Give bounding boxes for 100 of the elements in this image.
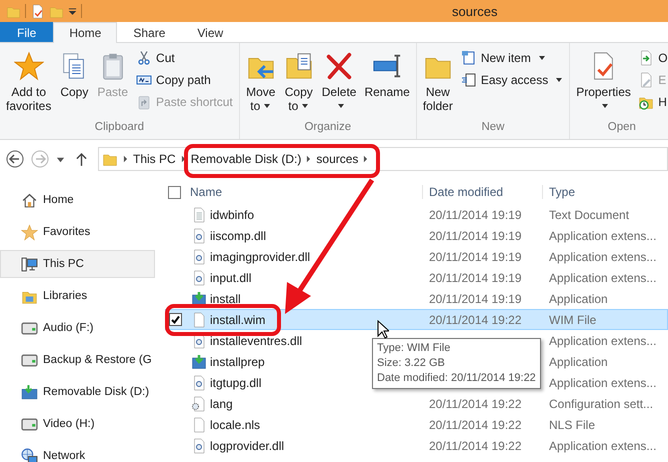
window-title: sources — [452, 4, 498, 18]
blank-file-icon — [191, 312, 207, 328]
file-name[interactable]: iiscomp.dll — [210, 228, 266, 242]
type-cell: Text Document — [549, 208, 630, 222]
date-cell: 20/11/2014 19:22 — [429, 312, 522, 326]
caret-icon[interactable] — [68, 6, 77, 16]
chevron-icon[interactable] — [363, 155, 368, 163]
gear-file-icon — [191, 248, 207, 264]
column-header[interactable]: Date modified — [422, 185, 542, 199]
application-icon — [191, 354, 207, 370]
file-name[interactable]: installprep — [210, 354, 265, 368]
ribbon-button[interactable]: Rename — [362, 49, 412, 121]
ribbon-button[interactable]: H — [636, 93, 668, 111]
ribbon-tab[interactable]: Share — [117, 22, 182, 42]
file-name[interactable]: logprovider.dll — [210, 438, 284, 452]
file-name[interactable]: idwbinfo — [210, 208, 254, 222]
breadcrumb-item[interactable]: sources — [316, 152, 358, 166]
ribbon-button[interactable]: O — [636, 49, 668, 67]
nav-item[interactable]: This PC — [0, 250, 155, 278]
nav-item[interactable]: Libraries — [0, 282, 155, 310]
ribbon-button[interactable]: New item — [458, 49, 566, 67]
date-cell: 20/11/2014 19:22 — [429, 438, 522, 452]
ribbon-button[interactable]: Copy path — [134, 71, 235, 89]
pencil-page-icon — [638, 72, 654, 88]
breadcrumb-item[interactable]: This PC — [133, 152, 176, 166]
ribbon-button[interactable]: Move to — [244, 49, 278, 121]
nav-item[interactable]: Removable Disk (D:) — [0, 378, 155, 406]
group-label: Organize — [303, 121, 352, 135]
file-name[interactable]: install.wim — [210, 312, 266, 326]
ribbon-button[interactable]: Copy to — [282, 49, 316, 121]
date-cell: 20/11/2014 19:19 — [429, 250, 522, 264]
removable-drive-icon — [21, 384, 38, 400]
file-name[interactable]: installeventres.dll — [210, 334, 302, 348]
nav-label: Removable Disk (D:) — [43, 386, 150, 398]
date-cell: 20/11/2014 19:19 — [429, 208, 522, 222]
column-header[interactable]: Type — [542, 185, 576, 199]
type-cell: WIM File — [549, 312, 596, 326]
type-cell: Application extens... — [549, 334, 656, 348]
ribbon-button[interactable]: New folder — [420, 49, 455, 121]
column-header[interactable]: Name — [190, 185, 422, 199]
star-icon — [14, 51, 44, 81]
nav-item[interactable]: Audio (F:) — [0, 314, 155, 342]
select-all-checkbox[interactable] — [168, 186, 181, 198]
type-cell: Application extens... — [549, 228, 656, 242]
up-arrow-icon[interactable] — [76, 152, 87, 166]
ribbon-button[interactable]: Delete — [320, 49, 358, 121]
tooltip-line: Size: 3.22 GB — [377, 356, 446, 371]
ribbon-button[interactable]: Cut — [134, 49, 235, 67]
drive-icon — [21, 320, 38, 336]
date-cell: 20/11/2014 19:22 — [429, 396, 522, 410]
breadcrumb-item[interactable]: Removable Disk (D:) — [190, 152, 302, 166]
nav-item[interactable]: Favorites — [0, 218, 155, 246]
file-name[interactable]: lang — [210, 396, 233, 410]
nav-label: Video (H:) — [43, 418, 95, 430]
group-label: Open — [606, 121, 637, 135]
ribbon-button[interactable]: Add to favorites — [4, 49, 54, 121]
nav-label: Libraries — [43, 290, 88, 302]
checkbox-checked-icon[interactable] — [169, 313, 182, 326]
caret-icon[interactable] — [56, 154, 65, 164]
ribbon-tab[interactable]: File — [0, 22, 54, 42]
star-icon — [21, 224, 38, 240]
nav-label: Audio (F:) — [43, 322, 94, 334]
chevron-icon[interactable] — [180, 155, 186, 163]
file-name[interactable]: imagingprovider.dll — [210, 250, 310, 264]
type-cell: Application extens... — [549, 270, 656, 284]
type-cell: NLS File — [549, 418, 596, 432]
folder-page-icon — [284, 51, 314, 81]
nav-item[interactable]: Network — [0, 442, 155, 462]
file-name[interactable]: itgtupg.dll — [210, 376, 262, 390]
file-row[interactable]: install.wim 20/11/2014 19:22 WIM File — [165, 309, 668, 330]
ribbon-tab[interactable]: Home — [53, 22, 118, 43]
nav-item[interactable]: Backup & Restore (G — [0, 346, 155, 374]
back-icon[interactable] — [6, 150, 24, 168]
file-name[interactable]: install — [210, 292, 241, 306]
nav-label: This PC — [43, 258, 84, 270]
nav-item[interactable]: Video (H:) — [0, 410, 155, 438]
ribbon-button[interactable]: Copy — [57, 49, 92, 121]
text-file-icon — [191, 206, 207, 222]
date-cell: 20/11/2014 19:19 — [429, 270, 522, 284]
ribbon-tab[interactable]: View — [181, 22, 240, 42]
drive-icon — [21, 416, 38, 432]
type-cell: Application extens... — [549, 438, 656, 452]
ribbon-button[interactable]: Properties — [574, 49, 632, 121]
file-name[interactable]: input.dll — [210, 270, 252, 284]
file-name[interactable]: locale.nls — [210, 418, 260, 432]
type-cell: Application — [549, 354, 608, 368]
properties-icon[interactable] — [30, 4, 45, 18]
nav-item[interactable]: Home — [0, 186, 155, 214]
page-icon — [460, 72, 477, 88]
address-bar[interactable]: This PC Removable Disk (D:) sources — [98, 147, 668, 171]
house-icon — [21, 192, 38, 208]
gear-file-icon — [191, 228, 207, 244]
network-icon — [21, 448, 38, 462]
nav-label: Favorites — [43, 226, 90, 238]
chevron-icon[interactable] — [123, 155, 128, 163]
nav-label: Network — [43, 450, 86, 462]
ribbon-button[interactable]: Easy access — [458, 71, 566, 89]
type-cell: Application extens... — [549, 376, 656, 390]
group-label: New — [480, 121, 506, 135]
chevron-icon[interactable] — [306, 155, 312, 163]
